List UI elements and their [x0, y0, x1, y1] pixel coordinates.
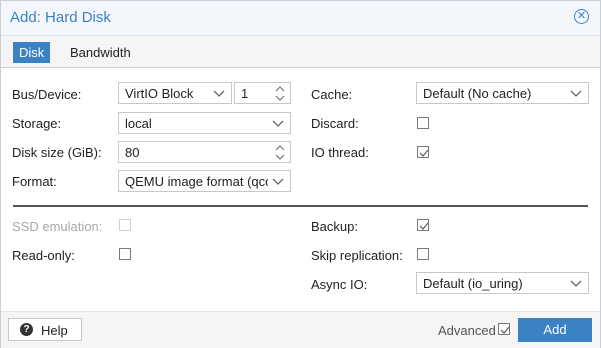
skip-replication-label: Skip replication: [311, 248, 403, 263]
device-number-spinner[interactable]: 1 [234, 82, 291, 104]
chevron-down-icon [272, 120, 284, 127]
help-button[interactable]: ? Help [8, 318, 82, 341]
check-icon [500, 326, 510, 334]
ssd-emulation-label: SSD emulation: [12, 219, 103, 234]
dialog-title: Add: Hard Disk [10, 9, 111, 26]
discard-label: Discard: [311, 116, 359, 131]
advanced-label: Advanced [438, 323, 496, 338]
async-io-value: Default (io_uring) [423, 276, 523, 291]
dialog-footer: ? Help Advanced Add [1, 311, 600, 348]
spinner-arrows-icon [275, 145, 285, 160]
backup-checkbox[interactable] [417, 219, 429, 231]
advanced-separator [13, 205, 588, 207]
skip-replication-checkbox[interactable] [417, 248, 429, 260]
tab-disk[interactable]: Disk [13, 42, 51, 63]
bus-value: VirtIO Block [125, 86, 194, 101]
storage-select[interactable]: local [118, 112, 291, 134]
ssd-emulation-checkbox [119, 219, 131, 231]
cache-select[interactable]: Default (No cache) [416, 82, 589, 104]
spinner-arrows-icon [275, 86, 285, 101]
chevron-down-icon [272, 178, 284, 185]
discard-checkbox[interactable] [417, 117, 429, 129]
add-button[interactable]: Add [518, 318, 592, 342]
advanced-checkbox[interactable] [498, 323, 510, 335]
dialog-titlebar: Add: Hard Disk ✕ [1, 1, 600, 36]
add-hard-disk-dialog: Add: Hard Disk ✕ Disk Bandwidth Bus/Devi… [0, 0, 601, 348]
chevron-down-icon [570, 90, 582, 97]
close-icon[interactable]: ✕ [574, 9, 589, 24]
format-value: QEMU image format (qcow2) [125, 174, 268, 189]
chevron-down-icon [213, 90, 225, 97]
format-label: Format: [12, 174, 57, 189]
disk-size-value: 80 [125, 145, 140, 160]
async-io-label: Async IO: [311, 277, 368, 292]
tab-bandwidth[interactable]: Bandwidth [64, 42, 137, 63]
cache-value: Default (No cache) [423, 86, 532, 101]
chevron-down-icon [570, 280, 582, 287]
disk-size-label: Disk size (GiB): [12, 145, 102, 160]
help-label: Help [41, 323, 68, 338]
tab-bar: Disk Bandwidth [1, 36, 600, 68]
format-select[interactable]: QEMU image format (qcow2) [118, 170, 291, 192]
bus-select[interactable]: VirtIO Block [118, 82, 232, 104]
question-circle-icon: ? [20, 323, 33, 336]
io-thread-label: IO thread: [311, 145, 369, 160]
check-icon [419, 222, 429, 230]
storage-value: local [125, 116, 152, 131]
async-io-select[interactable]: Default (io_uring) [416, 272, 589, 294]
check-icon [419, 149, 429, 157]
bus-device-label: Bus/Device: [12, 87, 82, 102]
read-only-label: Read-only: [12, 248, 75, 263]
device-value: 1 [241, 86, 249, 101]
storage-label: Storage: [12, 116, 62, 131]
backup-label: Backup: [311, 219, 358, 234]
cache-label: Cache: [311, 87, 353, 102]
io-thread-checkbox[interactable] [417, 146, 429, 158]
read-only-checkbox[interactable] [119, 248, 131, 260]
disk-size-spinner[interactable]: 80 [118, 141, 291, 163]
